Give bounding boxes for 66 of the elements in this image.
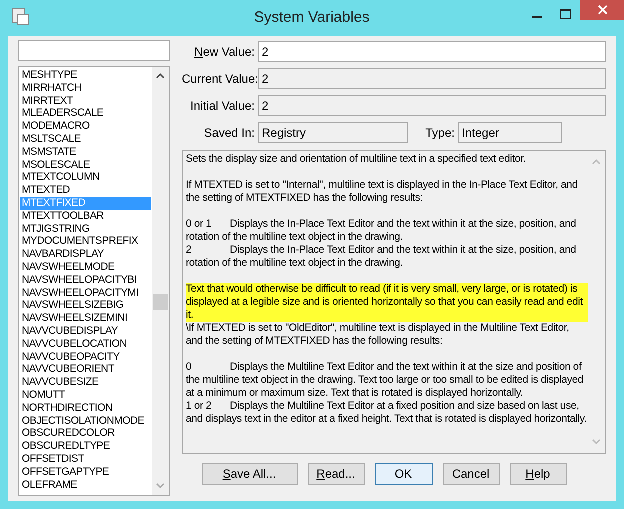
list-item[interactable]: OFFSETDIST: [20, 452, 151, 466]
list-item[interactable]: MYDOCUMENTSPREFIX: [20, 235, 151, 248]
list-item[interactable]: NAVSWHEELSIZEMINI: [20, 312, 151, 325]
list-item[interactable]: MTEXTCOLUMN: [20, 171, 151, 184]
list-item[interactable]: NOMUTT: [20, 388, 151, 402]
description-text: Sets the display size and orientation of multiline text in a specified text editor.: [186, 153, 528, 166]
list-item[interactable]: NAVVCUBEDISPLAY: [20, 324, 151, 338]
list-item[interactable]: OBSCUREDCOLOR: [20, 427, 151, 440]
list-item[interactable]: MIRRTEXT: [20, 94, 151, 108]
list-item[interactable]: MTEXTTOOLBAR: [20, 210, 151, 223]
list-item[interactable]: NAVSWHEELOPACITYBI: [20, 274, 151, 287]
option-text: 0 or 1 Displays the In-Place Text Editor and the text within it at the size, position, and rotation of the multiline text object in the drawing.: [186, 218, 578, 244]
list-item[interactable]: NAVBARDISPLAY: [20, 248, 151, 261]
list-item[interactable]: NAVSWHEELOPACITYMI: [20, 286, 151, 300]
list-item[interactable]: NAVVCUBEOPACITY: [20, 350, 151, 364]
search-field[interactable]: [18, 40, 170, 61]
list-item[interactable]: MODEMACRO: [20, 120, 151, 133]
option-text: 0 Displays the Multiline Text Editor and the text within it at the size and position of the multiline text object in the drawing. Text too large or too small to be edited is displayed at a minimum or maximum size. Text that is rotated is displayed horizontally.: [186, 361, 585, 400]
dialog-button[interactable]: Read...: [308, 463, 364, 485]
dialog-button[interactable]: Help: [510, 463, 566, 485]
scrollbar[interactable]: [152, 67, 169, 495]
field-label: New Value:: [194, 44, 256, 60]
list-item[interactable]: OLEFRAME: [20, 478, 151, 492]
option-text: 1 or 2 Displays the Multiline Text Editor at a fixed position and size based on last use, and displays text in the editor at a fixed height. Text that is rotated is displayed horizontally.: [186, 400, 588, 426]
scroll-down-icon[interactable]: [156, 483, 165, 489]
close-icon: [598, 5, 608, 15]
window-title: System Variables: [254, 8, 370, 28]
current-value-field: 2: [258, 68, 606, 89]
list-item[interactable]: OBSCUREDLTYPE: [20, 440, 151, 453]
dialog-button[interactable]: Cancel: [442, 463, 500, 485]
field-label: Saved In:: [203, 124, 256, 142]
list-item[interactable]: NAVVCUBELOCATION: [20, 338, 151, 351]
scroll-up-icon[interactable]: [156, 73, 165, 79]
description-text: Text that would otherwise be difficult to read (if it is very small, very large, or is rotated) is displayed at a legible size and is oriented horizontally so that you can easily read and edit it.: [186, 283, 588, 322]
list-item[interactable]: OFFSETGAPTYPE: [20, 466, 151, 478]
saved-in-field: Registry: [258, 122, 408, 143]
field-label: Type:: [424, 124, 456, 142]
new-value-field[interactable]: 2: [258, 41, 606, 62]
description-text: \If MTEXTED is set to "OldEditor", multiline text is displayed in the Multiline Text Editor, and the setting of MTEXTFIXED has the following results:: [186, 322, 570, 348]
list-item[interactable]: MESHTYPE: [20, 69, 151, 82]
maximize-icon[interactable]: [560, 9, 571, 19]
app-icon[interactable]: [12, 8, 30, 26]
field-label: Initial Value:: [190, 98, 256, 114]
list-item[interactable]: NAVSWHEELSIZEBIG: [20, 299, 151, 312]
list-item[interactable]: MSMSTATE: [20, 146, 151, 159]
list-item[interactable]: MSOLESCALE: [20, 158, 151, 172]
list-item[interactable]: NORTHDIRECTION: [20, 402, 151, 415]
list-item[interactable]: MLEADERSCALE: [20, 107, 151, 120]
close-button[interactable]: [580, 0, 624, 20]
list-item[interactable]: NAVVCUBESIZE: [20, 376, 151, 389]
description-text: If MTEXTED is set to "Internal", multiline text is displayed in the In-Place Text Editor, and the setting of MTEXTFIXED has the following results:: [186, 179, 579, 205]
initial-value-field: 2: [258, 95, 606, 116]
list-item[interactable]: NAVSWHEELMODE: [20, 260, 151, 274]
dialog-button[interactable]: Save All...: [202, 463, 298, 485]
list-item[interactable]: MSLTSCALE: [20, 132, 151, 146]
scroll-down-icon[interactable]: [592, 439, 601, 445]
list-item[interactable]: NAVVCUBEORIENT: [20, 363, 151, 376]
list-item[interactable]: MTJIGSTRING: [20, 222, 151, 236]
type-field: Integer: [458, 122, 562, 143]
field-label: Current Value:: [182, 70, 258, 88]
list-item[interactable]: OBJECTISOLATIONMODE: [20, 414, 151, 428]
list-item[interactable]: MTEXTED: [20, 184, 151, 197]
option-text: 2 Displays the In-Place Text Editor and the text within it at the size, position, and rotation of the multiline text object in the drawing.: [186, 244, 578, 270]
list-item[interactable]: MIRRHATCH: [20, 82, 151, 95]
dialog-button[interactable]: OK: [374, 463, 432, 485]
scrollbar-thumb[interactable]: [153, 294, 168, 310]
